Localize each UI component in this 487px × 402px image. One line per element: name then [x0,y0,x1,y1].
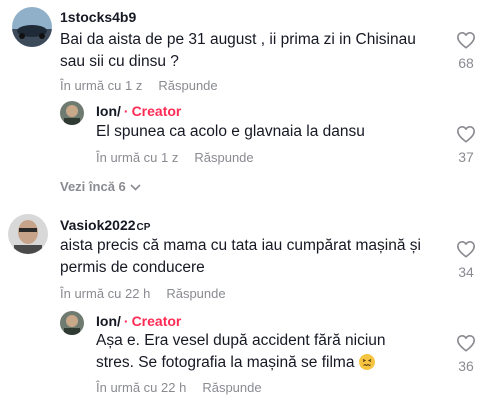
reply-button[interactable]: Răspunde [166,286,225,301]
comment-text: El spunea ca acolo e glavnaia la dansu [96,123,365,140]
heart-outline-icon [457,125,475,143]
view-more-label: Vezi încă 6 [60,179,126,194]
creator-badge: Creator [131,313,182,329]
comment-meta: În urmă cu 1 z Răspunde [96,150,254,165]
heart-outline-icon [457,334,475,352]
avatar-vasiok2022[interactable] [8,214,48,254]
comment-username[interactable]: Ion/ [96,103,121,119]
like-button[interactable]: 68 [451,31,481,71]
heart-outline-icon [457,240,475,258]
reply-header: Ion/· Creator [96,103,181,119]
like-button[interactable]: 34 [451,240,481,280]
comment-time: În urmă cu 22 h [96,380,187,395]
reply-header: Ion/· Creator [96,313,181,329]
comment-text: aista precis că mama cu tata iau cumpăra… [60,237,421,276]
like-count: 34 [458,264,474,280]
comment-time: În urmă cu 1 z [60,78,143,93]
like-count: 37 [458,149,474,165]
reply-button[interactable]: Răspunde [194,150,253,165]
comment-meta: În urmă cu 1 z Răspunde [60,78,218,93]
reply-button[interactable]: Răspunde [202,380,261,395]
comment-text-content: Așa e. Era vesel după accident fără nici… [96,332,386,371]
avatar-ion[interactable] [60,311,84,335]
separator-dot: · [123,103,129,119]
confounded-face-emoji [358,354,375,370]
username-text: Vasiok2022 [60,217,136,233]
separator-dot: · [123,313,129,329]
comment-username[interactable]: Vasiok2022CP [60,217,150,233]
comment-text: Așa e. Era vesel după accident fără nici… [96,330,406,374]
creator-badge: Creator [131,103,182,119]
like-count: 36 [458,358,474,374]
comment-username[interactable]: 1stocks4b9 [60,9,136,25]
chevron-down-icon [130,184,141,191]
comment-meta: În urmă cu 22 h Răspunde [60,286,226,301]
avatar-1stocks4b9[interactable] [12,7,52,47]
like-button[interactable]: 37 [451,125,481,165]
like-button[interactable]: 36 [451,334,481,374]
comment-text: Bai da aista de pe 31 august , ii prima … [60,31,416,70]
view-more-replies[interactable]: Vezi încă 6 [60,179,141,194]
heart-outline-icon [457,31,475,49]
user-badge: CP [136,222,151,233]
reply-button[interactable]: Răspunde [158,78,217,93]
like-count: 68 [458,55,474,71]
comment-meta: În urmă cu 22 h Răspunde [96,380,262,395]
avatar-ion[interactable] [60,101,84,125]
comment-time: În urmă cu 22 h [60,286,151,301]
comment-username[interactable]: Ion/ [96,313,121,329]
comment-time: În urmă cu 1 z [96,150,179,165]
